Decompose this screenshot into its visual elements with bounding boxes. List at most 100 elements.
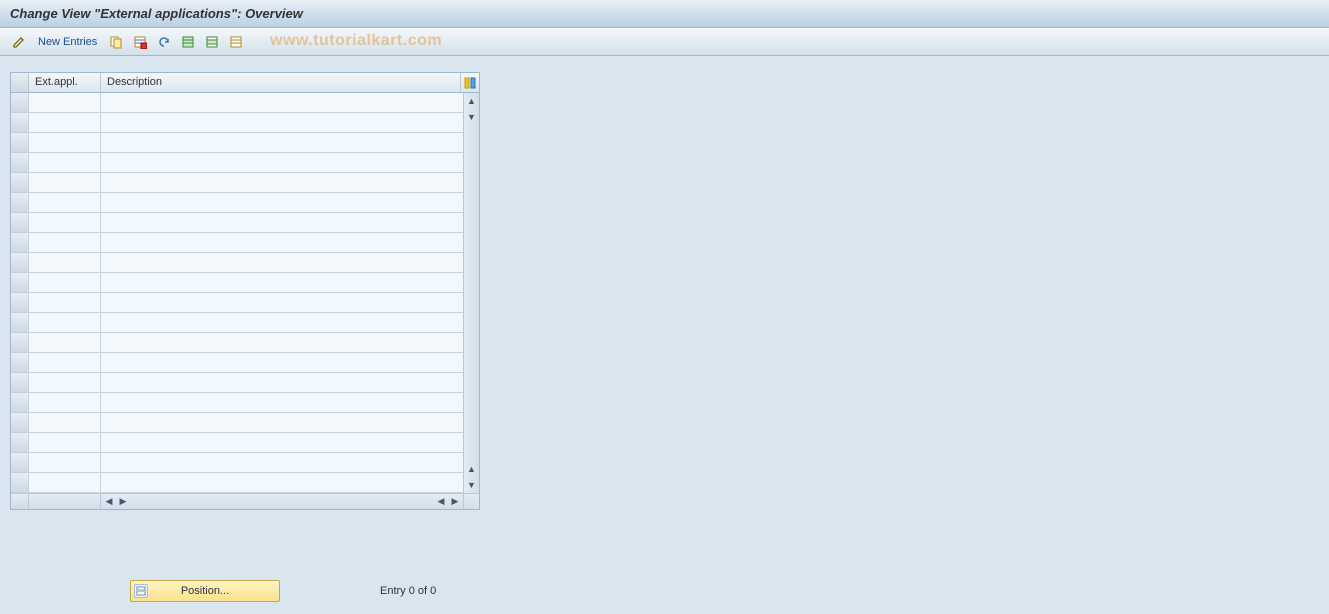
cell-ext-appl[interactable] [29, 293, 101, 312]
cell-description[interactable] [101, 253, 463, 272]
cell-ext-appl[interactable] [29, 393, 101, 412]
row-selector[interactable] [11, 93, 29, 112]
delete-row-icon[interactable] [131, 33, 149, 51]
cell-description[interactable] [101, 433, 463, 452]
row-selector[interactable] [11, 453, 29, 472]
table-row[interactable] [11, 353, 463, 373]
table-row[interactable] [11, 253, 463, 273]
row-selector[interactable] [11, 313, 29, 332]
cell-ext-appl[interactable] [29, 173, 101, 192]
table-row[interactable] [11, 273, 463, 293]
row-selector[interactable] [11, 413, 29, 432]
cell-ext-appl[interactable] [29, 93, 101, 112]
cell-ext-appl[interactable] [29, 273, 101, 292]
cell-description[interactable] [101, 453, 463, 472]
toggle-edit-icon[interactable] [10, 33, 28, 51]
cell-description[interactable] [101, 353, 463, 372]
row-selector[interactable] [11, 333, 29, 352]
column-description[interactable]: Description [101, 73, 461, 92]
cell-description[interactable] [101, 113, 463, 132]
table-row[interactable] [11, 313, 463, 333]
row-selector[interactable] [11, 373, 29, 392]
scroll-right2-icon[interactable]: ▶ [449, 496, 461, 508]
row-selector[interactable] [11, 113, 29, 132]
cell-description[interactable] [101, 273, 463, 292]
cell-description[interactable] [101, 93, 463, 112]
table-row[interactable] [11, 173, 463, 193]
scroll-right-icon[interactable]: ▶ [117, 496, 129, 508]
deselect-all-icon[interactable] [227, 33, 245, 51]
table-row[interactable] [11, 133, 463, 153]
cell-description[interactable] [101, 473, 463, 492]
cell-description[interactable] [101, 373, 463, 392]
cell-description[interactable] [101, 393, 463, 412]
cell-ext-appl[interactable] [29, 413, 101, 432]
row-selector[interactable] [11, 433, 29, 452]
cell-description[interactable] [101, 313, 463, 332]
cell-ext-appl[interactable] [29, 453, 101, 472]
column-ext-appl[interactable]: Ext.appl. [29, 73, 101, 92]
table-row[interactable] [11, 93, 463, 113]
table-row[interactable] [11, 213, 463, 233]
select-all-icon[interactable] [179, 33, 197, 51]
scroll-up2-icon[interactable]: ▲ [465, 462, 479, 476]
cell-description[interactable] [101, 333, 463, 352]
new-entries-button[interactable]: New Entries [34, 36, 101, 48]
table-row[interactable] [11, 373, 463, 393]
table-row[interactable] [11, 153, 463, 173]
copy-icon[interactable] [107, 33, 125, 51]
cell-ext-appl[interactable] [29, 313, 101, 332]
table-row[interactable] [11, 433, 463, 453]
cell-description[interactable] [101, 233, 463, 252]
cell-ext-appl[interactable] [29, 233, 101, 252]
vertical-scrollbar[interactable]: ▲ ▼ ▲ ▼ [463, 93, 479, 493]
cell-ext-appl[interactable] [29, 113, 101, 132]
row-selector[interactable] [11, 213, 29, 232]
table-row[interactable] [11, 473, 463, 493]
cell-description[interactable] [101, 133, 463, 152]
row-selector[interactable] [11, 273, 29, 292]
table-row[interactable] [11, 333, 463, 353]
cell-ext-appl[interactable] [29, 373, 101, 392]
position-button[interactable]: Position... [130, 580, 280, 602]
table-row[interactable] [11, 293, 463, 313]
cell-ext-appl[interactable] [29, 213, 101, 232]
cell-description[interactable] [101, 213, 463, 232]
row-selector[interactable] [11, 133, 29, 152]
row-selector[interactable] [11, 293, 29, 312]
cell-ext-appl[interactable] [29, 133, 101, 152]
cell-description[interactable] [101, 413, 463, 432]
table-row[interactable] [11, 393, 463, 413]
scroll-left-icon[interactable]: ◀ [103, 496, 115, 508]
cell-ext-appl[interactable] [29, 193, 101, 212]
undo-icon[interactable] [155, 33, 173, 51]
cell-ext-appl[interactable] [29, 333, 101, 352]
hscroll-bar[interactable]: ◀ ▶ ◀ ▶ [101, 494, 463, 509]
scroll-down-icon[interactable]: ▼ [465, 110, 479, 124]
cell-description[interactable] [101, 153, 463, 172]
select-block-icon[interactable] [203, 33, 221, 51]
column-selector-header[interactable] [11, 73, 29, 92]
row-selector[interactable] [11, 173, 29, 192]
table-settings-icon[interactable] [461, 73, 479, 92]
row-selector[interactable] [11, 233, 29, 252]
table-row[interactable] [11, 193, 463, 213]
table-row[interactable] [11, 113, 463, 133]
scroll-left2-icon[interactable]: ◀ [435, 496, 447, 508]
cell-ext-appl[interactable] [29, 153, 101, 172]
table-row[interactable] [11, 413, 463, 433]
cell-ext-appl[interactable] [29, 433, 101, 452]
scroll-down2-icon[interactable]: ▼ [465, 478, 479, 492]
scroll-up-icon[interactable]: ▲ [465, 94, 479, 108]
row-selector[interactable] [11, 473, 29, 492]
cell-description[interactable] [101, 293, 463, 312]
cell-ext-appl[interactable] [29, 353, 101, 372]
row-selector[interactable] [11, 193, 29, 212]
row-selector[interactable] [11, 153, 29, 172]
row-selector[interactable] [11, 253, 29, 272]
table-row[interactable] [11, 233, 463, 253]
row-selector[interactable] [11, 353, 29, 372]
cell-description[interactable] [101, 173, 463, 192]
cell-description[interactable] [101, 193, 463, 212]
cell-ext-appl[interactable] [29, 473, 101, 492]
